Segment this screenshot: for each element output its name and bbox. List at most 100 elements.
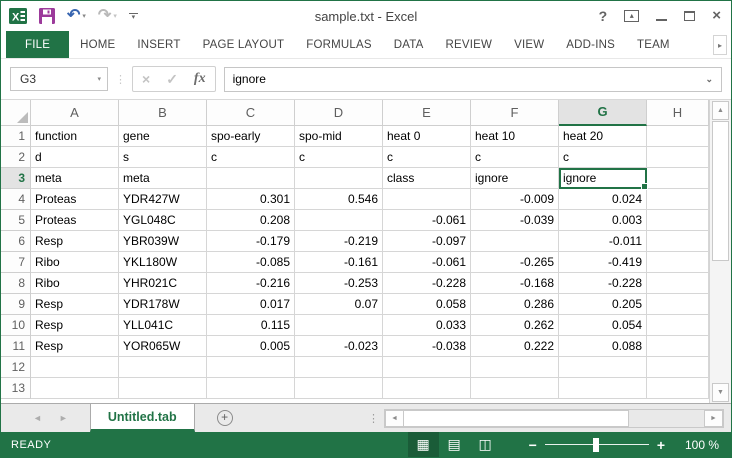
cell-E3[interactable]: class — [383, 168, 471, 189]
cell-H3[interactable] — [647, 168, 709, 189]
cell-B12[interactable] — [119, 357, 207, 378]
select-all-button[interactable] — [1, 100, 31, 126]
cell-F13[interactable] — [471, 378, 559, 399]
scrollbar-resize-handle[interactable]: ⋮ — [368, 412, 379, 425]
cell-A1[interactable]: function — [31, 126, 119, 147]
cell-C9[interactable]: 0.017 — [207, 294, 295, 315]
cell-C12[interactable] — [207, 357, 295, 378]
cell-G12[interactable] — [559, 357, 647, 378]
cell-B1[interactable]: gene — [119, 126, 207, 147]
cell-E4[interactable] — [383, 189, 471, 210]
cell-D3[interactable] — [295, 168, 383, 189]
cell-G8[interactable]: -0.228 — [559, 273, 647, 294]
cell-G3[interactable]: ignore — [559, 168, 647, 189]
cell-E9[interactable]: 0.058 — [383, 294, 471, 315]
row-header-6[interactable]: 6 — [1, 231, 31, 252]
cell-F4[interactable]: -0.009 — [471, 189, 559, 210]
ribbon-display-options-button[interactable]: ▴ — [624, 10, 639, 22]
save-button[interactable] — [39, 8, 55, 24]
redo-dropdown-icon[interactable]: ▾ — [113, 12, 117, 20]
expand-formula-bar-icon[interactable]: ⌄ — [705, 74, 713, 85]
cell-E13[interactable] — [383, 378, 471, 399]
cell-C3[interactable] — [207, 168, 295, 189]
cell-H9[interactable] — [647, 294, 709, 315]
enter-button[interactable]: ✓ — [166, 71, 178, 88]
ribbon-overflow-button[interactable]: ▸ — [713, 35, 727, 55]
cell-A12[interactable] — [31, 357, 119, 378]
ribbon-tab-page-layout[interactable]: PAGE LAYOUT — [192, 31, 296, 58]
cell-F6[interactable] — [471, 231, 559, 252]
cell-B13[interactable] — [119, 378, 207, 399]
column-header-H[interactable]: H — [647, 100, 709, 126]
cell-G4[interactable]: 0.024 — [559, 189, 647, 210]
cell-E8[interactable]: -0.228 — [383, 273, 471, 294]
new-sheet-button[interactable]: + — [217, 410, 233, 426]
horizontal-scrollbar[interactable]: ◄ ► — [384, 409, 724, 428]
cell-G11[interactable]: 0.088 — [559, 336, 647, 357]
cell-H11[interactable] — [647, 336, 709, 357]
cell-F8[interactable]: -0.168 — [471, 273, 559, 294]
cell-G7[interactable]: -0.419 — [559, 252, 647, 273]
cell-A7[interactable]: Ribo — [31, 252, 119, 273]
insert-function-button[interactable]: fx — [194, 71, 206, 87]
name-box[interactable]: G3 ▾ — [10, 67, 108, 91]
cell-B6[interactable]: YBR039W — [119, 231, 207, 252]
scroll-down-button[interactable]: ▼ — [712, 383, 729, 402]
cell-A9[interactable]: Resp — [31, 294, 119, 315]
zoom-level-label[interactable]: 100 % — [679, 438, 719, 452]
ribbon-tab-data[interactable]: DATA — [383, 31, 435, 58]
page-layout-view-button[interactable]: ▤ — [439, 432, 470, 457]
column-header-B[interactable]: B — [119, 100, 207, 126]
column-header-E[interactable]: E — [383, 100, 471, 126]
column-header-D[interactable]: D — [295, 100, 383, 126]
cell-G9[interactable]: 0.205 — [559, 294, 647, 315]
cell-A3[interactable]: meta — [31, 168, 119, 189]
cell-H2[interactable] — [647, 147, 709, 168]
cell-C5[interactable]: 0.208 — [207, 210, 295, 231]
column-header-A[interactable]: A — [31, 100, 119, 126]
row-header-8[interactable]: 8 — [1, 273, 31, 294]
scroll-right-button[interactable]: ► — [704, 410, 723, 427]
zoom-in-button[interactable]: + — [657, 439, 665, 451]
sheet-tab-untitled[interactable]: Untitled.tab — [90, 404, 195, 432]
cell-H10[interactable] — [647, 315, 709, 336]
cell-A4[interactable]: Proteas — [31, 189, 119, 210]
ribbon-tab-team[interactable]: TEAM — [626, 31, 681, 58]
cell-A8[interactable]: Ribo — [31, 273, 119, 294]
cell-E6[interactable]: -0.097 — [383, 231, 471, 252]
cell-C8[interactable]: -0.216 — [207, 273, 295, 294]
cell-E11[interactable]: -0.038 — [383, 336, 471, 357]
cell-B9[interactable]: YDR178W — [119, 294, 207, 315]
cell-D8[interactable]: -0.253 — [295, 273, 383, 294]
ribbon-tab-view[interactable]: VIEW — [503, 31, 555, 58]
cell-A13[interactable] — [31, 378, 119, 399]
excel-logo-icon[interactable]: X — [9, 8, 27, 24]
cell-D6[interactable]: -0.219 — [295, 231, 383, 252]
cell-C10[interactable]: 0.115 — [207, 315, 295, 336]
close-button[interactable]: × — [712, 9, 721, 23]
cell-C13[interactable] — [207, 378, 295, 399]
cell-F1[interactable]: heat 10 — [471, 126, 559, 147]
cell-B3[interactable]: meta — [119, 168, 207, 189]
cell-F5[interactable]: -0.039 — [471, 210, 559, 231]
undo-button[interactable]: ↶ ▾ — [67, 9, 86, 23]
row-header-3[interactable]: 3 — [1, 168, 31, 189]
formula-input[interactable]: ignore ⌄ — [224, 67, 722, 92]
name-box-dropdown-icon[interactable]: ▾ — [97, 75, 101, 83]
cell-A10[interactable]: Resp — [31, 315, 119, 336]
ribbon-tab-insert[interactable]: INSERT — [126, 31, 191, 58]
cell-B7[interactable]: YKL180W — [119, 252, 207, 273]
cell-H5[interactable] — [647, 210, 709, 231]
cell-D4[interactable]: 0.546 — [295, 189, 383, 210]
column-header-F[interactable]: F — [471, 100, 559, 126]
ribbon-tab-file[interactable]: FILE — [6, 31, 69, 58]
cell-A5[interactable]: Proteas — [31, 210, 119, 231]
cell-H13[interactable] — [647, 378, 709, 399]
scroll-left-button[interactable]: ◄ — [385, 410, 404, 427]
cell-C1[interactable]: spo-early — [207, 126, 295, 147]
cell-E7[interactable]: -0.061 — [383, 252, 471, 273]
row-header-1[interactable]: 1 — [1, 126, 31, 147]
cell-H1[interactable] — [647, 126, 709, 147]
normal-view-button[interactable]: ▦ — [408, 432, 439, 457]
horizontal-scroll-track[interactable] — [629, 410, 704, 427]
